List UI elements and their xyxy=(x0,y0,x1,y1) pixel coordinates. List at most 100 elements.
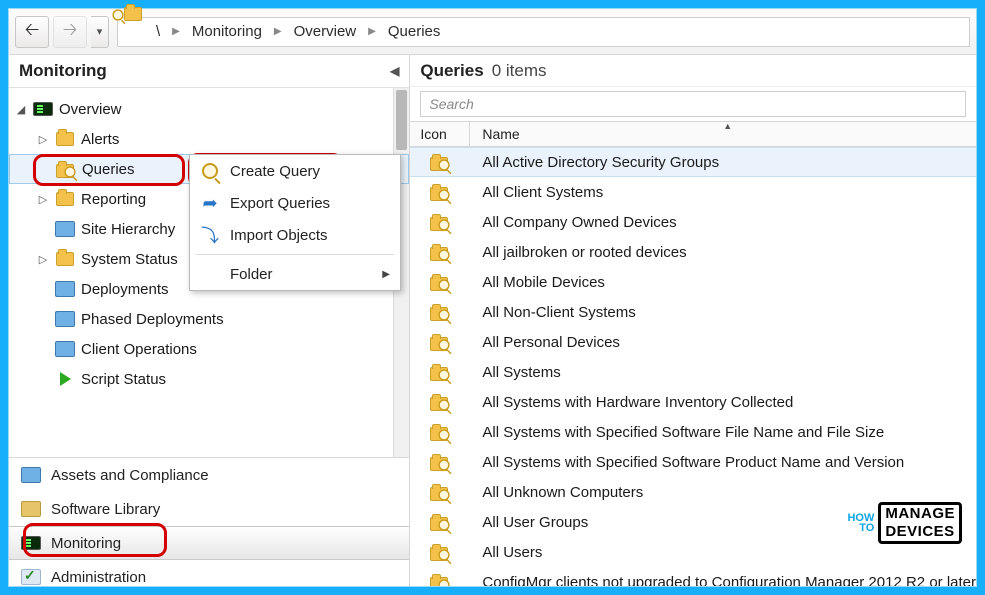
list-item[interactable]: All Systems with Specified Software File… xyxy=(410,417,976,447)
menu-label: Create Query xyxy=(230,163,320,180)
queries-icon xyxy=(124,21,146,43)
menu-item-import-objects[interactable]: ⤵ Import Objects xyxy=(190,219,400,251)
history-dropdown[interactable]: ▾ xyxy=(91,16,109,48)
overview-icon xyxy=(33,99,53,119)
breadcrumb-root[interactable]: \ xyxy=(156,23,160,40)
list-item[interactable]: All Non-Client Systems xyxy=(410,297,976,327)
results-header: Queries 0 items xyxy=(410,55,976,87)
results-title: Queries xyxy=(420,61,483,81)
list-item[interactable]: All jailbroken or rooted devices xyxy=(410,237,976,267)
tree-label: Site Hierarchy xyxy=(81,221,175,238)
tree-node-overview[interactable]: ◢ Overview xyxy=(9,94,409,124)
breadcrumb-queries[interactable]: Queries xyxy=(388,23,441,40)
list-item[interactable]: All Active Directory Security Groups xyxy=(410,147,976,177)
expander-icon[interactable]: ▷ xyxy=(37,133,49,146)
administration-icon xyxy=(19,567,43,587)
phased-deployments-icon xyxy=(55,309,75,329)
results-list: All Active Directory Security Groups All … xyxy=(410,147,976,586)
queries-icon xyxy=(56,159,76,179)
client-operations-icon xyxy=(55,339,75,359)
nav-software-library[interactable]: Software Library xyxy=(9,492,409,526)
results-count: 0 items xyxy=(492,61,547,81)
menu-item-folder[interactable]: Folder ▶ xyxy=(190,258,400,290)
list-item[interactable]: All Client Systems xyxy=(410,177,976,207)
column-header-name[interactable]: Name ▲ xyxy=(470,122,976,146)
assets-icon xyxy=(19,465,43,485)
list-item[interactable]: All Company Owned Devices xyxy=(410,207,976,237)
back-button[interactable]: 🡠 xyxy=(15,16,49,48)
list-item[interactable]: All Personal Devices xyxy=(410,327,976,357)
folder-icon xyxy=(55,129,75,149)
list-item-label: All Unknown Computers xyxy=(470,484,976,501)
nav-label: Monitoring xyxy=(51,535,121,552)
list-item[interactable]: All Mobile Devices xyxy=(410,267,976,297)
list-item[interactable]: All User Groups xyxy=(410,507,976,537)
column-label: Icon xyxy=(420,126,446,142)
tree-label: Overview xyxy=(59,101,122,118)
menu-item-export-queries[interactable]: ➦ Export Queries xyxy=(190,187,400,219)
folder-icon xyxy=(55,249,75,269)
menu-separator xyxy=(196,254,394,255)
column-header-icon[interactable]: Icon xyxy=(410,122,470,146)
export-icon: ➦ xyxy=(200,193,220,213)
list-item[interactable]: All Systems xyxy=(410,357,976,387)
list-item[interactable]: All Users xyxy=(410,537,976,567)
query-icon xyxy=(410,243,470,261)
menu-item-create-query[interactable]: Create Query xyxy=(190,155,400,187)
nav-assets-and-compliance[interactable]: Assets and Compliance xyxy=(9,458,409,492)
tree-node-script-status[interactable]: Script Status xyxy=(9,364,409,394)
list-item-label: All Systems with Hardware Inventory Coll… xyxy=(470,394,976,411)
list-item-label: All Company Owned Devices xyxy=(470,214,976,231)
forward-button[interactable]: 🡢 xyxy=(53,16,87,48)
hierarchy-icon xyxy=(55,219,75,239)
list-item-label: All Client Systems xyxy=(470,184,976,201)
results-pane: Queries 0 items Search Icon Name ▲ All A… xyxy=(410,55,976,586)
expander-icon[interactable]: ◢ xyxy=(15,103,27,116)
breadcrumb-monitoring[interactable]: Monitoring xyxy=(192,23,262,40)
tree-label: Deployments xyxy=(81,281,169,298)
query-icon xyxy=(410,213,470,231)
expander-icon[interactable]: ▷ xyxy=(37,193,49,206)
list-item[interactable]: ConfigMgr clients not upgraded to Config… xyxy=(410,567,976,586)
menu-label: Import Objects xyxy=(230,227,328,244)
chevron-right-icon: ▶ xyxy=(272,26,284,37)
tree-node-alerts[interactable]: ▷ Alerts xyxy=(9,124,409,154)
list-item-label: All Mobile Devices xyxy=(470,274,976,291)
list-item[interactable]: All Systems with Specified Software Prod… xyxy=(410,447,976,477)
import-icon: ⤵ xyxy=(200,225,220,245)
nav-label: Administration xyxy=(51,569,146,586)
column-label: Name xyxy=(482,126,519,142)
list-item-label: All Systems xyxy=(470,364,976,381)
list-item[interactable]: All Unknown Computers xyxy=(410,477,976,507)
collapse-pane-icon[interactable]: ◀ xyxy=(390,64,399,78)
list-item[interactable]: All Systems with Hardware Inventory Coll… xyxy=(410,387,976,417)
list-item-label: All Personal Devices xyxy=(470,334,976,351)
query-icon xyxy=(410,153,470,171)
breadcrumb-overview[interactable]: Overview xyxy=(294,23,357,40)
menu-label: Folder xyxy=(230,266,273,283)
list-item-label: All User Groups xyxy=(470,514,976,531)
deployments-icon xyxy=(55,279,75,299)
folder-icon xyxy=(55,189,75,209)
menu-label: Export Queries xyxy=(230,195,330,212)
query-icon xyxy=(410,183,470,201)
query-icon xyxy=(410,333,470,351)
query-icon xyxy=(410,423,470,441)
address-bar[interactable]: \ ▶ Monitoring ▶ Overview ▶ Queries xyxy=(117,17,970,47)
search-input[interactable]: Search xyxy=(420,91,966,117)
nav-administration[interactable]: Administration xyxy=(9,560,409,594)
tree-label: Script Status xyxy=(81,371,166,388)
expander-icon[interactable]: ▷ xyxy=(37,253,49,266)
main-split: Monitoring ◀ ◢ Overview ▷ Alert xyxy=(9,55,976,586)
tree-node-client-operations[interactable]: Client Operations xyxy=(9,334,409,364)
search-placeholder: Search xyxy=(429,96,473,112)
nav-pane-title: Monitoring xyxy=(19,61,107,81)
toolbar: 🡠 🡢 ▾ \ ▶ Monitoring ▶ Overview ▶ Querie… xyxy=(9,9,976,55)
query-icon xyxy=(410,543,470,561)
query-icon xyxy=(410,303,470,321)
query-icon xyxy=(410,453,470,471)
tree-node-phased-deployments[interactable]: Phased Deployments xyxy=(9,304,409,334)
list-item-label: All Active Directory Security Groups xyxy=(470,154,976,171)
list-item-label: All jailbroken or rooted devices xyxy=(470,244,976,261)
nav-monitoring[interactable]: Monitoring xyxy=(9,526,409,560)
